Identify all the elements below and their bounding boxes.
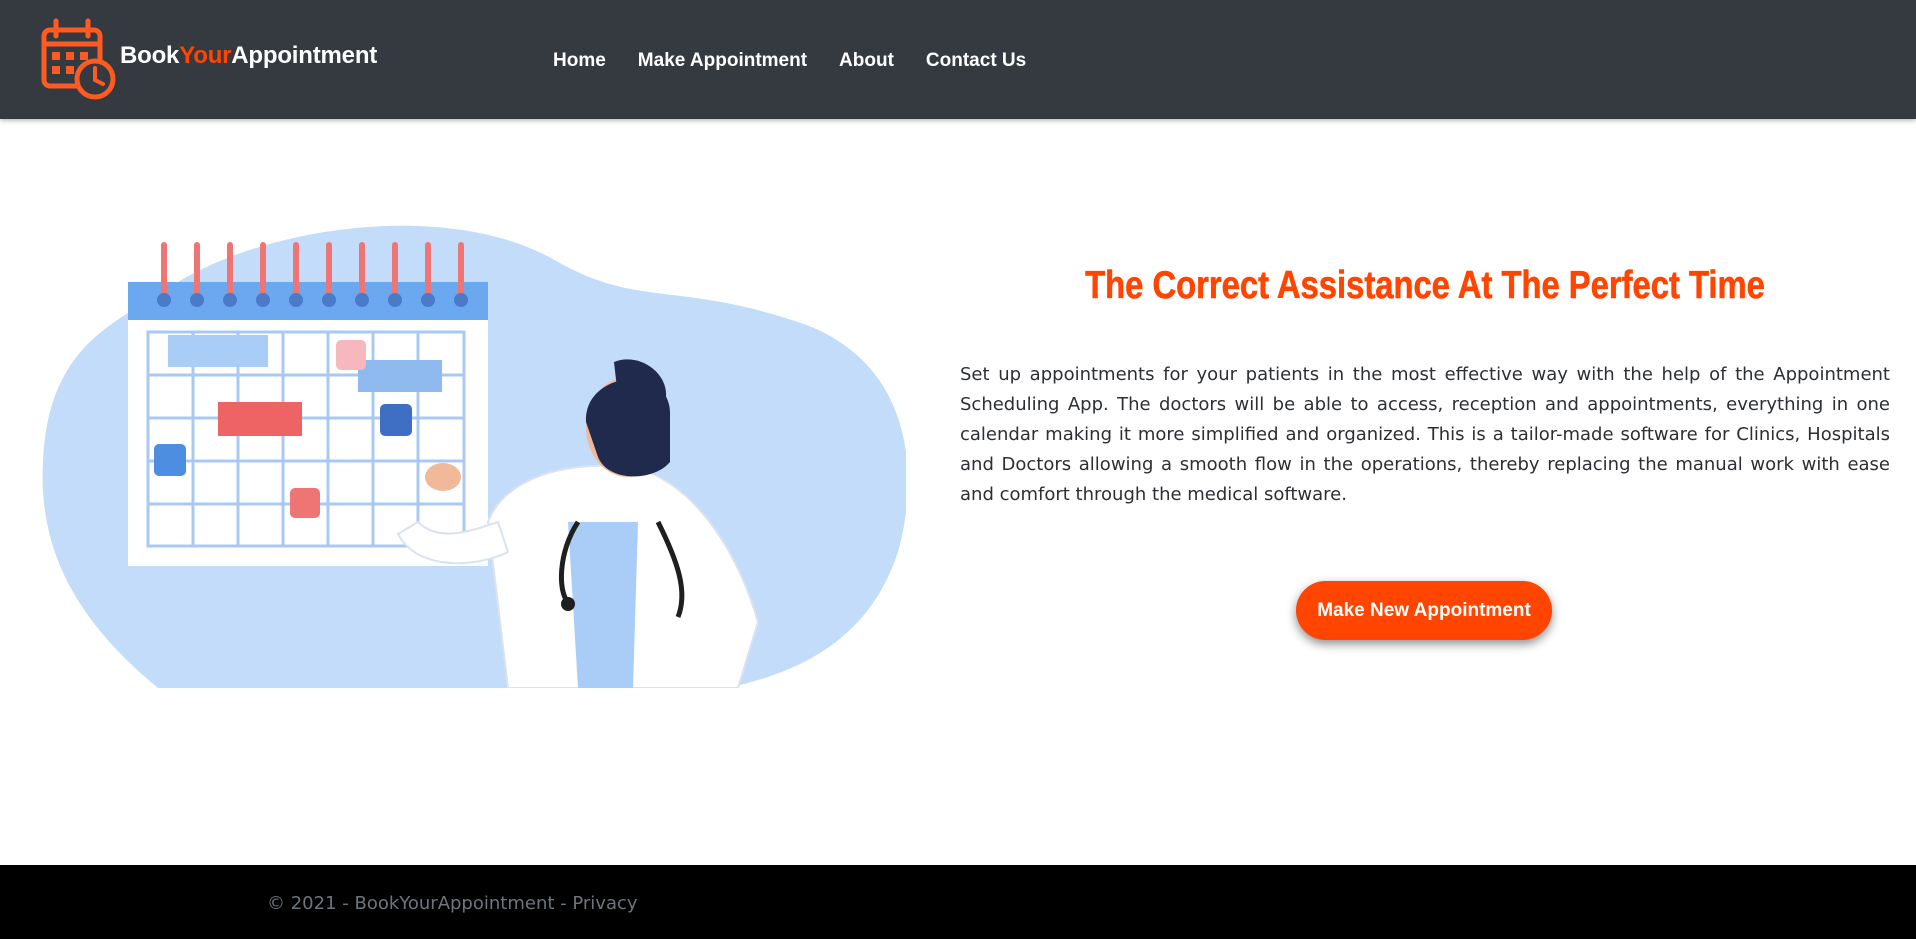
nav-home[interactable]: Home <box>537 44 622 78</box>
brand-suffix: Appointment <box>231 42 378 69</box>
nav-make-appointment[interactable]: Make Appointment <box>622 44 823 78</box>
copyright-text: © 2021 - BookYourAppointment - <box>267 893 573 914</box>
doctor-calendar-illustration <box>42 225 906 688</box>
privacy-link[interactable]: Privacy <box>572 893 637 914</box>
brand-accent: Your <box>179 42 232 69</box>
nav-about[interactable]: About <box>823 44 910 78</box>
footer-text: © 2021 - BookYourAppointment - Privacy <box>267 893 638 914</box>
calendar-clock-icon <box>41 18 116 100</box>
brand-prefix: Book <box>120 42 180 69</box>
brand-link[interactable]: BookYourAppointment <box>40 16 377 100</box>
hero-headline: The Correct Assistance At The Perfect Ti… <box>1085 264 1765 308</box>
nav-contact-us[interactable]: Contact Us <box>910 44 1042 78</box>
footer: © 2021 - BookYourAppointment - Privacy <box>0 865 1916 939</box>
calendar-graphic <box>128 242 488 566</box>
navbar: BookYourAppointment Home Make Appointmen… <box>0 0 1916 119</box>
make-new-appointment-button[interactable]: Make New Appointment <box>1296 581 1552 640</box>
brand-name: BookYourAppointment <box>120 42 377 70</box>
main-nav: Home Make Appointment About Contact Us <box>537 44 1042 78</box>
hero-description: Set up appointments for your patients in… <box>960 364 1890 505</box>
